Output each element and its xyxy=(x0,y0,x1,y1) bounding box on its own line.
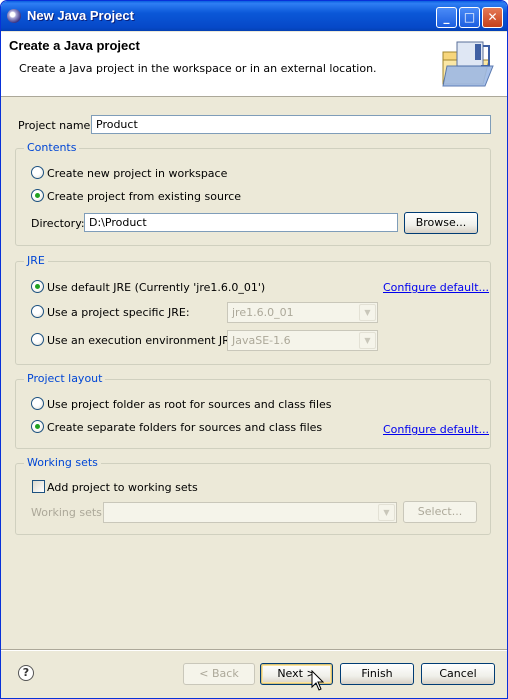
java-project-banner-icon xyxy=(442,41,494,87)
chevron-down-icon: ▼ xyxy=(359,332,376,349)
radio-existing-source[interactable] xyxy=(31,189,44,202)
jre-configure-default-link[interactable]: Configure default... xyxy=(383,281,489,294)
directory-input[interactable]: D:\Product xyxy=(84,213,398,232)
select-working-sets-button[interactable]: Select... xyxy=(403,501,477,523)
project-name-input[interactable]: Product xyxy=(91,115,491,134)
radio-specific-jre[interactable] xyxy=(31,305,44,318)
minimize-button[interactable]: _ xyxy=(436,7,457,28)
page-description: Create a Java project in the workspace o… xyxy=(19,62,377,75)
radio-separate-folders-label[interactable]: Create separate folders for sources and … xyxy=(47,421,322,434)
help-icon[interactable]: ? xyxy=(18,665,34,681)
chevron-down-icon: ▼ xyxy=(359,304,376,321)
radio-default-jre-label[interactable]: Use default JRE (Currently 'jre1.6.0_01'… xyxy=(47,281,265,294)
add-to-working-sets-checkbox[interactable] xyxy=(32,480,45,493)
working-sets-select[interactable]: ▼ xyxy=(103,502,397,523)
radio-specific-jre-label[interactable]: Use a project specific JRE: xyxy=(47,306,190,319)
back-button[interactable]: < Back xyxy=(183,663,255,685)
radio-new-project[interactable] xyxy=(31,166,44,179)
project-layout-group: Project layout xyxy=(15,372,491,449)
close-button[interactable]: ✕ xyxy=(482,7,503,28)
browse-button[interactable]: Browse... xyxy=(404,212,478,234)
eclipse-icon xyxy=(7,9,21,23)
contents-group-title: Contents xyxy=(24,141,80,154)
new-java-project-dialog: New Java Project _ □ ✕ Create a Java pro… xyxy=(0,0,508,699)
maximize-button[interactable]: □ xyxy=(459,7,480,28)
directory-label: Directory: xyxy=(31,217,85,230)
working-sets-group: Working sets xyxy=(15,456,491,535)
radio-existing-source-label[interactable]: Create project from existing source xyxy=(47,190,241,203)
finish-button[interactable]: Finish xyxy=(340,663,414,685)
mouse-cursor-icon xyxy=(311,670,325,691)
working-sets-label: Working sets: xyxy=(31,506,106,519)
radio-execution-env-jre-label[interactable]: Use an execution environment JRE: xyxy=(47,334,240,347)
window-title: New Java Project xyxy=(27,8,134,23)
radio-execution-env-jre[interactable] xyxy=(31,333,44,346)
wizard-header: Create a Java project Create a Java proj… xyxy=(1,32,507,97)
radio-new-project-label[interactable]: Create new project in workspace xyxy=(47,167,227,180)
working-sets-group-title: Working sets xyxy=(24,456,101,469)
add-to-working-sets-label[interactable]: Add project to working sets xyxy=(47,481,198,494)
jre-group-title: JRE xyxy=(24,254,48,267)
chevron-down-icon: ▼ xyxy=(378,504,395,521)
project-layout-group-title: Project layout xyxy=(24,372,106,385)
radio-default-jre[interactable] xyxy=(31,280,44,293)
specific-jre-select[interactable]: jre1.6.0_01 ▼ xyxy=(227,302,378,323)
title-bar[interactable]: New Java Project _ □ ✕ xyxy=(1,1,507,31)
radio-separate-folders[interactable] xyxy=(31,420,44,433)
layout-configure-default-link[interactable]: Configure default... xyxy=(383,423,489,436)
page-title: Create a Java project xyxy=(9,38,140,53)
footer-separator xyxy=(1,649,507,651)
execution-env-select[interactable]: JavaSE-1.6 ▼ xyxy=(227,330,378,351)
project-name-label: Project name: xyxy=(18,119,95,132)
cancel-button[interactable]: Cancel xyxy=(421,663,495,685)
radio-project-root-label[interactable]: Use project folder as root for sources a… xyxy=(47,398,332,411)
radio-project-root[interactable] xyxy=(31,397,44,410)
